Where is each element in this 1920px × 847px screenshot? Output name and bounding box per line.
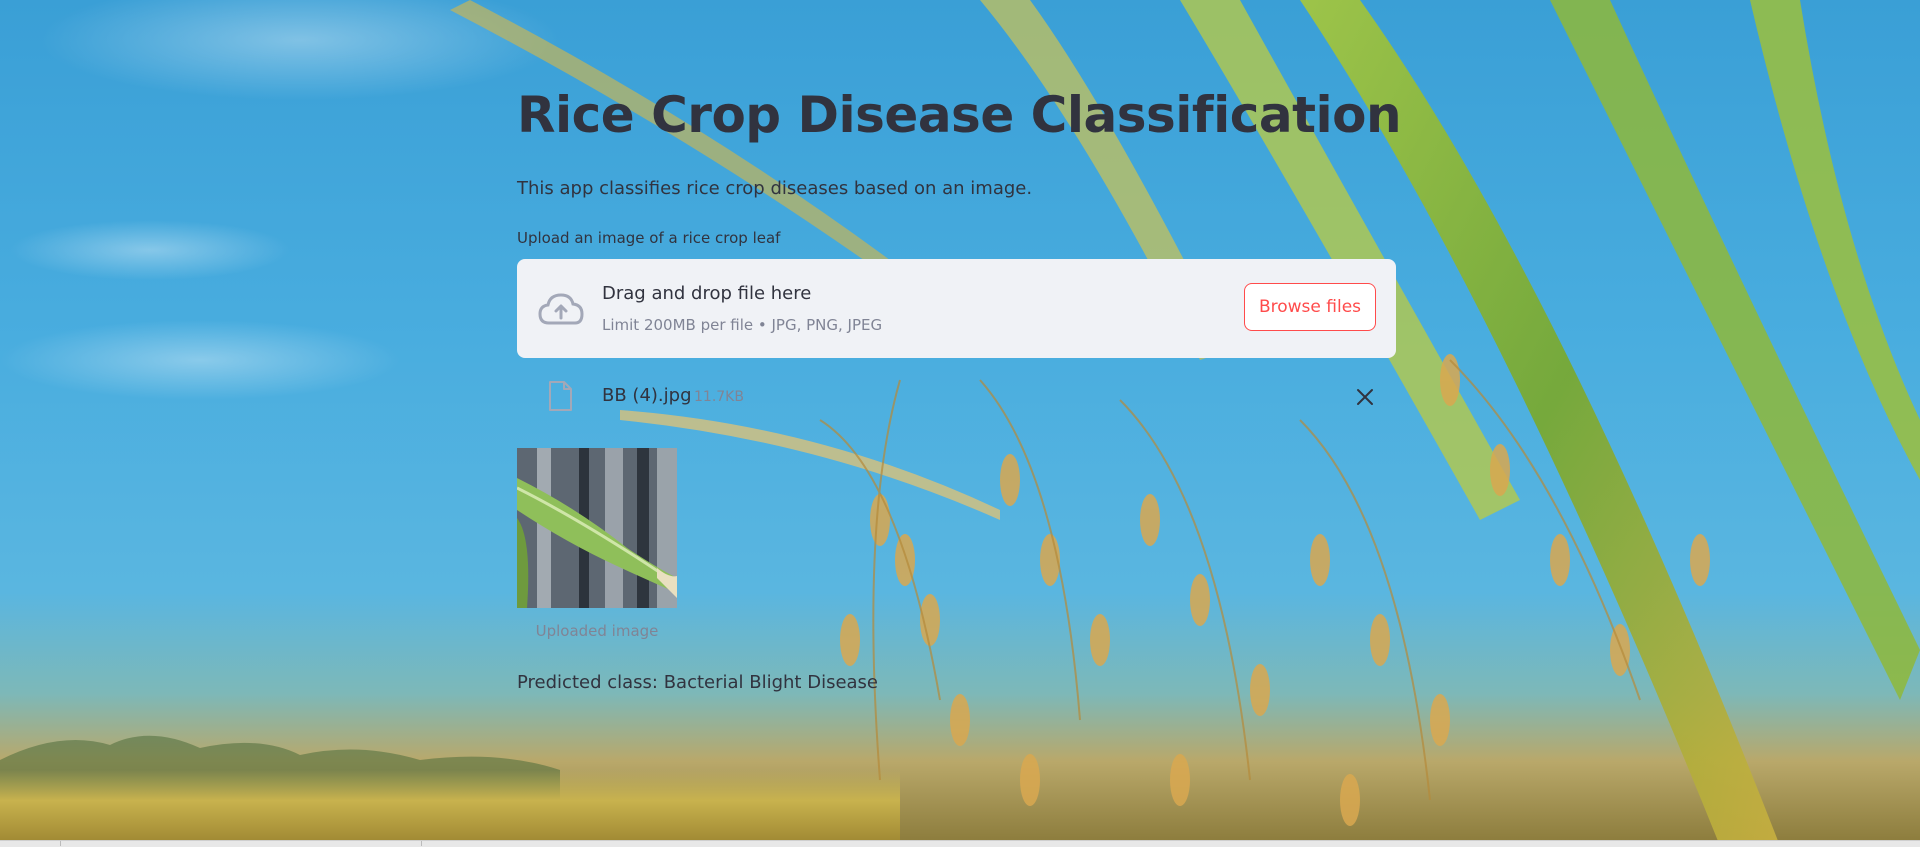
dropzone-hint: Limit 200MB per file • JPG, PNG, JPEG [602, 316, 883, 334]
uploaded-file-row: BB (4).jpg 11.7KB [517, 372, 1396, 422]
cloud-upload-icon [538, 293, 584, 325]
file-dropzone[interactable]: Drag and drop file here Limit 200MB per … [517, 259, 1396, 358]
close-icon[interactable] [1352, 384, 1378, 410]
uploader-label: Upload an image of a rice crop leaf [517, 229, 781, 247]
leaf-image [517, 448, 677, 608]
uploaded-image [517, 448, 677, 608]
browse-files-button[interactable]: Browse files [1244, 283, 1376, 331]
dropzone-title: Drag and drop file here [602, 283, 812, 304]
file-name: BB (4).jpg [602, 385, 692, 406]
scrollbar-thumb[interactable] [60, 841, 422, 846]
page-title: Rice Crop Disease Classification [517, 86, 1402, 144]
file-icon [549, 381, 572, 411]
prediction-result: Predicted class: Bacterial Blight Diseas… [517, 672, 879, 693]
app-description: This app classifies rice crop diseases b… [517, 178, 1033, 199]
image-caption: Uploaded image [535, 622, 659, 640]
file-size: 11.7KB [694, 389, 744, 405]
